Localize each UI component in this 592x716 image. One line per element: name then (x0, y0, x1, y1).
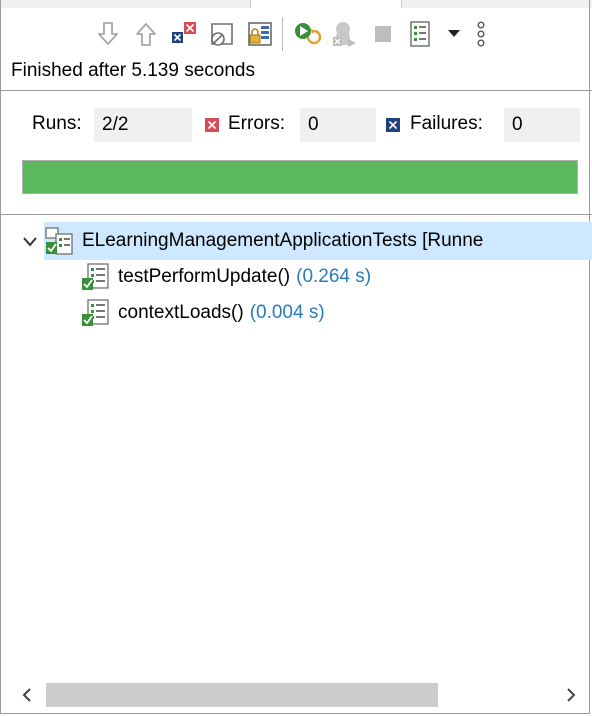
test-passed-icon (80, 298, 110, 328)
status-message: Finished after 5.139 seconds (11, 60, 255, 81)
arrow-up-icon (136, 23, 156, 46)
rerun-icon (295, 23, 322, 45)
horizontal-scrollbar[interactable] (10, 680, 582, 710)
counters-panel: Runs: 2/2 Errors: 0 Failures: 0 (0, 108, 592, 142)
errors-label: Errors: (228, 113, 285, 134)
show-failures-only-button[interactable] (168, 14, 200, 54)
test-duration: (0.264 s) (296, 266, 372, 287)
rerun-test-button[interactable] (291, 14, 323, 54)
runs-value: 2/2 (94, 108, 192, 142)
failures-value: 0 (504, 108, 580, 142)
scroll-right-icon[interactable] (562, 686, 580, 704)
rerun-failed-first-button[interactable] (329, 14, 361, 54)
previous-failure-button[interactable] (130, 14, 162, 54)
lock-icon (248, 22, 272, 46)
tree-item-test-case[interactable]: testPerformUpdate() (0.264 s) (80, 258, 371, 296)
test-suite-passed-icon (44, 226, 74, 256)
tree-item-test-suite[interactable]: ELearningManagementApplicationTests [Run… (44, 222, 592, 260)
view-menu-button[interactable] (443, 14, 465, 54)
error-icon (205, 118, 219, 132)
divider-tree (0, 214, 592, 215)
history-icon (410, 21, 430, 47)
failures-filter-icon (172, 22, 196, 43)
test-progress-bar (22, 160, 578, 194)
scroll-left-icon[interactable] (18, 686, 36, 704)
test-name: contextLoads() (118, 302, 244, 323)
scrollbar-thumb[interactable] (46, 683, 438, 707)
skipped-filter-icon (211, 23, 233, 46)
failure-icon (386, 118, 400, 132)
junit-toolbar (92, 14, 497, 54)
test-suite-label: ELearningManagementApplicationTests [Run… (82, 230, 484, 251)
vertical-dots-icon (477, 21, 485, 47)
rerun-failed-icon (333, 22, 356, 47)
test-run-history-button[interactable] (405, 14, 437, 54)
errors-value: 0 (300, 108, 376, 142)
test-name: testPerformUpdate() (118, 266, 291, 287)
scroll-lock-button[interactable] (244, 14, 276, 54)
chevron-down-icon[interactable] (22, 235, 38, 249)
next-failure-button[interactable] (92, 14, 124, 54)
dropdown-triangle-icon (448, 30, 460, 37)
arrow-down-icon (98, 22, 118, 45)
show-skipped-button[interactable] (206, 14, 238, 54)
divider-top (0, 90, 592, 91)
failures-label: Failures: (410, 113, 483, 134)
stop-button[interactable] (367, 14, 399, 54)
test-passed-icon (80, 262, 110, 292)
runs-label: Runs: (32, 113, 82, 134)
progress-fill (23, 161, 577, 193)
test-duration: (0.004 s) (249, 302, 325, 323)
stop-icon (375, 26, 391, 42)
more-options-button[interactable] (471, 14, 491, 54)
tree-item-test-case[interactable]: contextLoads() (0.004 s) (80, 294, 325, 332)
toolbar-separator (282, 17, 283, 51)
